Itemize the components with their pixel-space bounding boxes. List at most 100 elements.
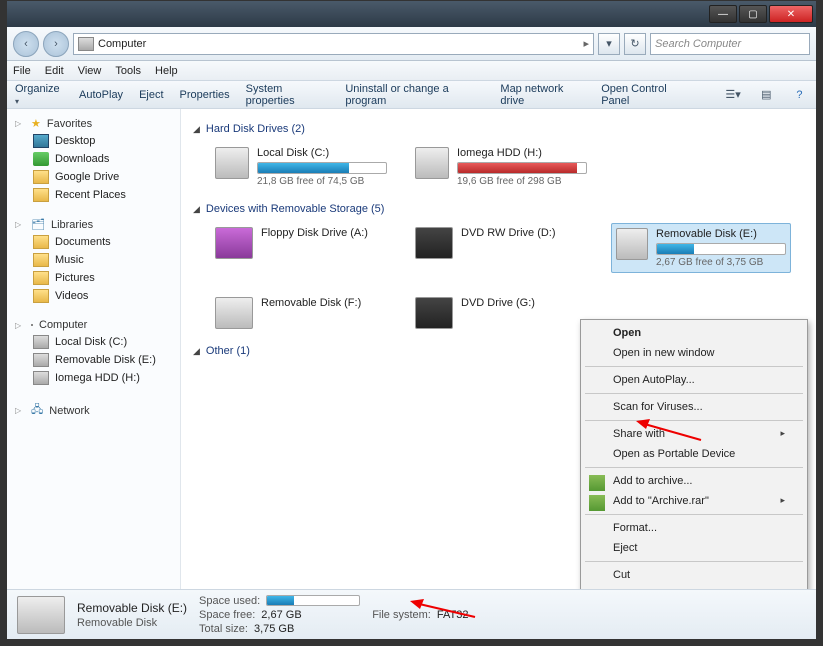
downloads-icon	[33, 152, 49, 166]
computer-icon	[78, 37, 94, 51]
explorer-window: — ▢ ✕ ‹ › Computer ▸ ▾ ↻ Search Computer…	[6, 0, 817, 640]
maximize-button[interactable]: ▢	[739, 5, 767, 23]
sidebar-iomega[interactable]: Iomega HDD (H:)	[7, 369, 180, 387]
uninstall-button[interactable]: Uninstall or change a program	[345, 83, 484, 107]
hdd-icon	[415, 147, 449, 179]
recent-icon	[33, 188, 49, 202]
status-used-label: Space used:	[199, 595, 260, 607]
ctx-open[interactable]: Open	[583, 323, 805, 343]
sidebar-network[interactable]: ▷🖧Network	[7, 399, 180, 422]
drive-icon	[33, 335, 49, 349]
breadcrumb[interactable]: Computer	[98, 38, 579, 50]
address-bar[interactable]: Computer ▸	[73, 33, 594, 55]
statusbar: Removable Disk (E:) Removable Disk Space…	[7, 589, 816, 639]
address-dropdown[interactable]: ▾	[598, 33, 620, 55]
search-input[interactable]: Search Computer	[650, 33, 810, 55]
sidebar-computer[interactable]: ▷Computer	[7, 317, 180, 333]
status-fs-value: FAT32	[437, 609, 469, 621]
sidebar-localc[interactable]: Local Disk (C:)	[7, 333, 180, 351]
sidebar-recent[interactable]: Recent Places	[7, 186, 180, 204]
sidebar-gdrive[interactable]: Google Drive	[7, 168, 180, 186]
organize-button[interactable]: Organize	[15, 83, 63, 107]
menu-view[interactable]: View	[78, 65, 102, 77]
ctx-add-rar[interactable]: Add to "Archive.rar"	[583, 491, 805, 511]
usage-bar	[257, 162, 387, 174]
sidebar-videos[interactable]: Videos	[7, 287, 180, 305]
pictures-icon	[33, 271, 49, 285]
close-button[interactable]: ✕	[769, 5, 813, 23]
drive-a[interactable]: Floppy Disk Drive (A:)	[211, 223, 391, 273]
ctx-share[interactable]: Share with	[583, 424, 805, 444]
sidebar-downloads[interactable]: Downloads	[7, 150, 180, 168]
drive-h[interactable]: Iomega HDD (H:) 19,6 GB free of 298 GB	[411, 143, 591, 191]
gdrive-icon	[33, 170, 49, 184]
archive-icon	[589, 475, 605, 491]
ctx-cut[interactable]: Cut	[583, 565, 805, 585]
category-hdd[interactable]: ◢Hard Disk Drives (2)	[193, 123, 804, 135]
menubar: File Edit View Tools Help	[7, 61, 816, 81]
toolbar: Organize AutoPlay Eject Properties Syste…	[7, 81, 816, 109]
ctx-add-archive[interactable]: Add to archive...	[583, 471, 805, 491]
properties-button[interactable]: Properties	[180, 89, 230, 101]
dvd-icon	[415, 297, 453, 329]
ctx-eject[interactable]: Eject	[583, 538, 805, 558]
sidebar-favorites[interactable]: ▷★Favorites	[7, 115, 180, 132]
preview-pane-icon[interactable]: ▤	[758, 86, 775, 104]
sidebar-desktop[interactable]: Desktop	[7, 132, 180, 150]
status-title: Removable Disk (E:)	[77, 601, 187, 615]
menu-file[interactable]: File	[13, 65, 31, 77]
hdd-icon	[215, 147, 249, 179]
ctx-copy[interactable]: Copy	[583, 585, 805, 589]
category-removable[interactable]: ◢Devices with Removable Storage (5)	[193, 203, 804, 215]
ctx-open-new[interactable]: Open in new window	[583, 343, 805, 363]
chevron-right-icon[interactable]: ▸	[583, 37, 589, 50]
minimize-button[interactable]: —	[709, 5, 737, 23]
sidebar: ▷★Favorites Desktop Downloads Google Dri…	[7, 109, 181, 589]
removable-icon	[616, 228, 648, 260]
drive-icon	[33, 371, 49, 385]
drive-c[interactable]: Local Disk (C:) 21,8 GB free of 74,5 GB	[211, 143, 391, 191]
drive-f[interactable]: Removable Disk (F:)	[211, 293, 391, 333]
ctx-autoplay[interactable]: Open AutoPlay...	[583, 370, 805, 390]
sysprops-button[interactable]: System properties	[246, 83, 330, 107]
status-total-value: 3,75 GB	[254, 623, 294, 635]
titlebar: — ▢ ✕	[7, 1, 816, 27]
nav-row: ‹ › Computer ▸ ▾ ↻ Search Computer	[7, 27, 816, 61]
status-fs-label: File system:	[372, 609, 431, 621]
sidebar-libraries[interactable]: ▷🗂Libraries	[7, 216, 180, 233]
drive-icon	[33, 353, 49, 367]
ctx-format[interactable]: Format...	[583, 518, 805, 538]
favorites-label: Favorites	[47, 118, 92, 130]
forward-button[interactable]: ›	[43, 31, 69, 57]
view-icon[interactable]: ☰▾	[724, 86, 741, 104]
computer-icon	[31, 324, 33, 326]
removable-icon	[215, 297, 253, 329]
music-icon	[33, 253, 49, 267]
removable-icon	[17, 596, 65, 634]
floppy-icon	[215, 227, 253, 259]
sidebar-pictures[interactable]: Pictures	[7, 269, 180, 287]
mapnet-button[interactable]: Map network drive	[500, 83, 585, 107]
drive-g[interactable]: DVD Drive (G:)	[411, 293, 591, 333]
status-free-label: Space free:	[199, 609, 255, 621]
drive-d[interactable]: DVD RW Drive (D:)	[411, 223, 591, 273]
archive-icon	[589, 495, 605, 511]
drive-e[interactable]: Removable Disk (E:) 2,67 GB free of 3,75…	[611, 223, 791, 273]
menu-help[interactable]: Help	[155, 65, 178, 77]
status-total-label: Total size:	[199, 623, 248, 635]
refresh-button[interactable]: ↻	[624, 33, 646, 55]
menu-edit[interactable]: Edit	[45, 65, 64, 77]
videos-icon	[33, 289, 49, 303]
opencp-button[interactable]: Open Control Panel	[601, 83, 692, 107]
eject-button[interactable]: Eject	[139, 89, 163, 101]
status-free-value: 2,67 GB	[261, 609, 301, 621]
ctx-portable[interactable]: Open as Portable Device	[583, 444, 805, 464]
sidebar-documents[interactable]: Documents	[7, 233, 180, 251]
help-icon[interactable]: ?	[791, 86, 808, 104]
ctx-scan[interactable]: Scan for Viruses...	[583, 397, 805, 417]
sidebar-music[interactable]: Music	[7, 251, 180, 269]
menu-tools[interactable]: Tools	[115, 65, 141, 77]
sidebar-removable-e[interactable]: Removable Disk (E:)	[7, 351, 180, 369]
autoplay-button[interactable]: AutoPlay	[79, 89, 123, 101]
back-button[interactable]: ‹	[13, 31, 39, 57]
